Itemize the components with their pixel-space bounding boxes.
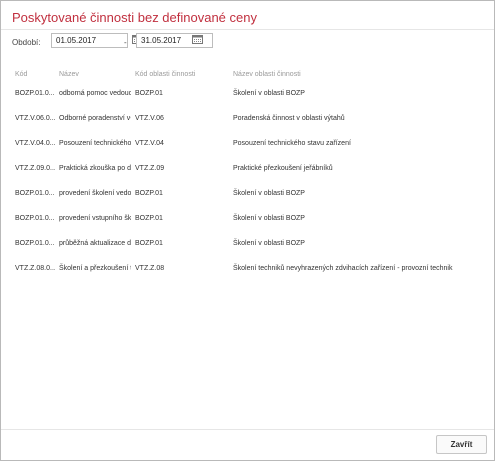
cell-area-code: VTZ.V.06 [135,115,164,122]
cell-area-name: Školení v oblasti BOZP [233,190,305,197]
table-row[interactable]: BOZP.01.0... provedení vstupního šk... B… [11,206,481,231]
cell-code: VTZ.Z.08.0... [15,265,55,272]
column-header-area-code[interactable]: Kód oblasti činnosti [131,67,229,81]
cell-name: provedení školení vedo... [59,190,131,197]
table-row[interactable]: BOZP.01.0... provedení školení vedo... B… [11,181,481,206]
table-row[interactable]: VTZ.Z.09.0... Praktická zkouška po d... … [11,156,481,181]
period-label: Období: [12,38,41,47]
cell-area-code: BOZP.01 [135,240,163,247]
date-from-input[interactable] [51,33,128,48]
cell-area-code: BOZP.01 [135,190,163,197]
cell-area-name: Praktické přezkoušení jeřábníků [233,165,333,172]
table-row[interactable]: BOZP.01.0... průběžná aktualizace d... B… [11,231,481,256]
cell-name: Školení a přezkoušení t... [59,265,131,272]
calendar-icon[interactable] [192,35,203,44]
dialog: Poskytované činnosti bez definované ceny… [0,0,495,461]
cell-name: Praktická zkouška po d... [59,165,131,172]
cell-area-name: Poradenská činnost v oblasti výtahů [233,115,345,122]
cell-code: BOZP.01.0... [15,215,55,222]
cell-code: VTZ.V.04.0... [15,140,55,147]
cell-name: průběžná aktualizace d... [59,240,131,247]
column-header-code[interactable]: Kód [11,67,55,81]
cell-area-code: VTZ.V.04 [135,140,164,147]
cell-code: VTZ.Z.09.0... [15,165,55,172]
cell-area-name: Školení v oblasti BOZP [233,90,305,97]
cell-area-name: Školení techniků nevyhrazených zdvihacíc… [233,265,453,272]
cell-area-code: VTZ.Z.09 [135,165,165,172]
table-row[interactable]: BOZP.01.0... odborná pomoc vedouc... BOZ… [11,81,481,106]
cell-name: Odborné poradenství v-... [59,115,131,122]
activities-table: Kód Název Kód oblasti činnosti Název obl… [11,67,481,281]
table-header-row: Kód Název Kód oblasti činnosti Název obl… [11,67,481,81]
table-row[interactable]: VTZ.Z.08.0... Školení a přezkoušení t...… [11,256,481,281]
dialog-title: Poskytované činnosti bez definované ceny [12,10,257,25]
table-row[interactable]: VTZ.V.04.0... Posouzení technického... V… [11,131,481,156]
date-range-separator: - [124,38,127,47]
cell-code: VTZ.V.06.0... [15,115,55,122]
title-divider [1,29,494,30]
footer-divider [1,429,494,430]
cell-area-name: Školení v oblasti BOZP [233,215,305,222]
close-button[interactable]: Zavřít [436,435,487,454]
column-header-area-name[interactable]: Název oblasti činnosti [229,67,481,81]
table-row[interactable]: VTZ.V.06.0... Odborné poradenství v-... … [11,106,481,131]
cell-code: BOZP.01.0... [15,90,55,97]
cell-area-code: BOZP.01 [135,215,163,222]
column-header-name[interactable]: Název [55,67,131,81]
cell-name: provedení vstupního šk... [59,215,131,222]
cell-code: BOZP.01.0... [15,190,55,197]
cell-name: odborná pomoc vedouc... [59,90,131,97]
cell-area-name: Posouzení technického stavu zařízení [233,140,351,147]
cell-area-code: BOZP.01 [135,90,163,97]
cell-name: Posouzení technického... [59,140,131,147]
cell-area-name: Školení v oblasti BOZP [233,240,305,247]
cell-code: BOZP.01.0... [15,240,55,247]
cell-area-code: VTZ.Z.08 [135,265,165,272]
